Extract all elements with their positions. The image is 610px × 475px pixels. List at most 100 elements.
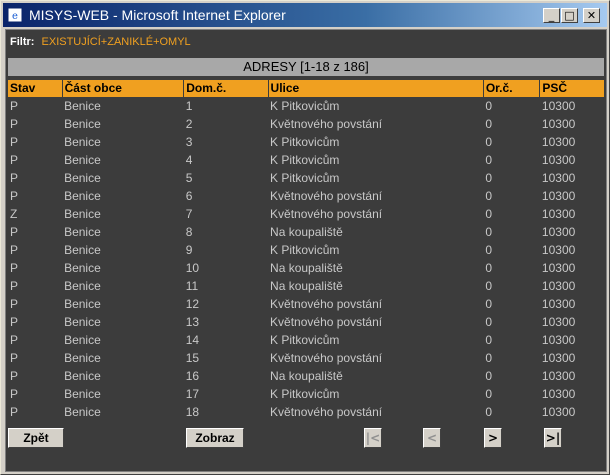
title-bar[interactable]: e MISYS-WEB - Microsoft Internet Explore… [3, 3, 607, 27]
cell-ulice: K Pitkovicům [270, 153, 340, 167]
window-title: MISYS-WEB - Microsoft Internet Explorer [29, 7, 286, 23]
cell-dom-c: 1 [185, 99, 193, 113]
col-header-psc[interactable]: PSČ [539, 80, 604, 97]
cell-or-c: 0 [485, 171, 493, 185]
cell-stav: P [10, 243, 19, 257]
cell-stav: P [10, 333, 19, 347]
cell-psc: 10300 [541, 279, 576, 293]
cell-dom-c: 6 [185, 189, 193, 203]
filter-value: EXISTUJÍCÍ+ZANIKLÉ+OMYL [41, 36, 191, 48]
cell-psc: 10300 [541, 189, 576, 203]
table-row[interactable]: P Benice 6 Květnového povstání 0 10300 [8, 187, 604, 205]
cell-ulice: Na koupaliště [270, 279, 343, 293]
table-row[interactable]: P Benice 9 K Pitkovicům 0 10300 [8, 241, 604, 259]
cell-cast-obce: Benice [64, 99, 101, 113]
next-page-button[interactable]: > [484, 428, 502, 448]
last-page-button[interactable]: >| [544, 428, 562, 448]
table-row[interactable]: P Benice 13 Květnového povstání 0 10300 [8, 313, 604, 331]
cell-or-c: 0 [485, 117, 493, 131]
cell-dom-c: 7 [185, 207, 193, 221]
cell-stav: P [10, 279, 19, 293]
col-header-dom-c[interactable]: Dom.č. [183, 80, 269, 97]
cell-dom-c: 14 [185, 333, 200, 347]
cell-dom-c: 13 [185, 315, 200, 329]
cell-dom-c: 15 [185, 351, 200, 365]
cell-or-c: 0 [485, 261, 493, 275]
cell-stav: P [10, 315, 19, 329]
cell-or-c: 0 [485, 405, 493, 419]
cell-psc: 10300 [541, 171, 576, 185]
cell-psc: 10300 [541, 315, 576, 329]
cell-cast-obce: Benice [64, 189, 101, 203]
filter-line: Filtr: EXISTUJÍCÍ+ZANIKLÉ+OMYL [10, 36, 191, 48]
col-header-stav[interactable]: Stav [8, 80, 63, 97]
minimize-button[interactable]: _ [543, 8, 560, 23]
cell-psc: 10300 [541, 369, 576, 383]
cell-psc: 10300 [541, 261, 576, 275]
col-header-or-c[interactable]: Or.č. [482, 80, 540, 97]
cell-cast-obce: Benice [64, 207, 101, 221]
cell-or-c: 0 [485, 99, 493, 113]
cell-ulice: Na koupaliště [270, 261, 343, 275]
cell-stav: P [10, 135, 19, 149]
maximize-button[interactable]: □ [561, 8, 578, 23]
show-button[interactable]: Zobraz [186, 428, 244, 448]
table-row[interactable]: P Benice 18 Květnového povstání 0 10300 [8, 403, 604, 421]
cell-or-c: 0 [485, 315, 493, 329]
close-button[interactable]: ✕ [583, 8, 600, 23]
table-row[interactable]: P Benice 3 K Pitkovicům 0 10300 [8, 133, 604, 151]
prev-page-button[interactable]: < [423, 428, 441, 448]
table-row[interactable]: Z Benice 7 Květnového povstání 0 10300 [8, 205, 604, 223]
cell-cast-obce: Benice [64, 369, 101, 383]
table-row[interactable]: P Benice 12 Květnového povstání 0 10300 [8, 295, 604, 313]
cell-stav: P [10, 117, 19, 131]
cell-or-c: 0 [485, 333, 493, 347]
cell-psc: 10300 [541, 207, 576, 221]
table-row[interactable]: P Benice 1 K Pitkovicům 0 10300 [8, 97, 604, 115]
first-page-button[interactable]: |< [364, 428, 382, 448]
table-row[interactable]: P Benice 5 K Pitkovicům 0 10300 [8, 169, 604, 187]
cell-or-c: 0 [485, 297, 493, 311]
cell-stav: P [10, 189, 19, 203]
cell-cast-obce: Benice [64, 135, 101, 149]
table-row[interactable]: P Benice 4 K Pitkovicům 0 10300 [8, 151, 604, 169]
cell-or-c: 0 [485, 351, 493, 365]
cell-dom-c: 8 [185, 225, 193, 239]
cell-ulice: Na koupaliště [270, 369, 343, 383]
cell-stav: P [10, 153, 19, 167]
table-row[interactable]: P Benice 14 K Pitkovicům 0 10300 [8, 331, 604, 349]
cell-dom-c: 9 [185, 243, 193, 257]
cell-dom-c: 18 [185, 405, 200, 419]
cell-stav: Z [10, 207, 18, 221]
table-row[interactable]: P Benice 10 Na koupaliště 0 10300 [8, 259, 604, 277]
table-row[interactable]: P Benice 17 K Pitkovicům 0 10300 [8, 385, 604, 403]
col-header-ulice[interactable]: Ulice [267, 80, 484, 97]
table-header-row: Stav Část obce Dom.č. Ulice Or.č. PSČ [8, 80, 604, 97]
back-button[interactable]: Zpět [8, 428, 64, 448]
cell-psc: 10300 [541, 153, 576, 167]
cell-ulice: K Pitkovicům [270, 135, 340, 149]
cell-stav: P [10, 351, 19, 365]
cell-cast-obce: Benice [64, 279, 101, 293]
table-row[interactable]: P Benice 15 Květnového povstání 0 10300 [8, 349, 604, 367]
table-row[interactable]: P Benice 8 Na koupaliště 0 10300 [8, 223, 604, 241]
cell-psc: 10300 [541, 99, 576, 113]
address-table: Stav Část obce Dom.č. Ulice Or.č. PSČ P B… [8, 80, 604, 421]
cell-cast-obce: Benice [64, 333, 101, 347]
browser-window: e MISYS-WEB - Microsoft Internet Explore… [0, 0, 610, 475]
cell-dom-c: 3 [185, 135, 193, 149]
cell-or-c: 0 [485, 243, 493, 257]
cell-cast-obce: Benice [64, 315, 101, 329]
table-row[interactable]: P Benice 2 Květnového povstání 0 10300 [8, 115, 604, 133]
table-row[interactable]: P Benice 16 Na koupaliště 0 10300 [8, 367, 604, 385]
col-header-cast-obce[interactable]: Část obce [61, 80, 184, 97]
table-row[interactable]: P Benice 11 Na koupaliště 0 10300 [8, 277, 604, 295]
cell-ulice: K Pitkovicům [270, 333, 340, 347]
cell-or-c: 0 [485, 369, 493, 383]
cell-cast-obce: Benice [64, 297, 101, 311]
cell-ulice: K Pitkovicům [270, 171, 340, 185]
cell-dom-c: 10 [185, 261, 200, 275]
cell-psc: 10300 [541, 387, 576, 401]
cell-cast-obce: Benice [64, 117, 101, 131]
cell-ulice: K Pitkovicům [270, 243, 340, 257]
